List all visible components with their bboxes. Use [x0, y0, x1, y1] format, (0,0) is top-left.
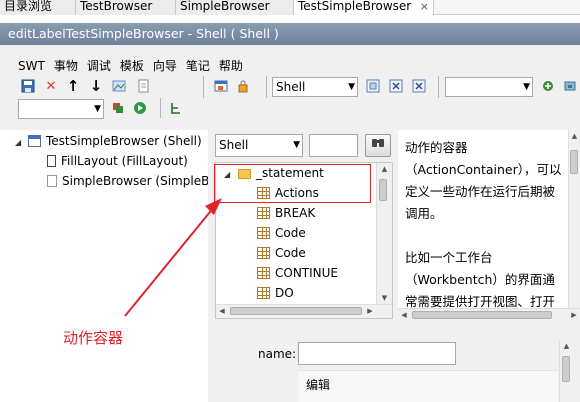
annotation-label: 动作容器: [63, 329, 124, 347]
